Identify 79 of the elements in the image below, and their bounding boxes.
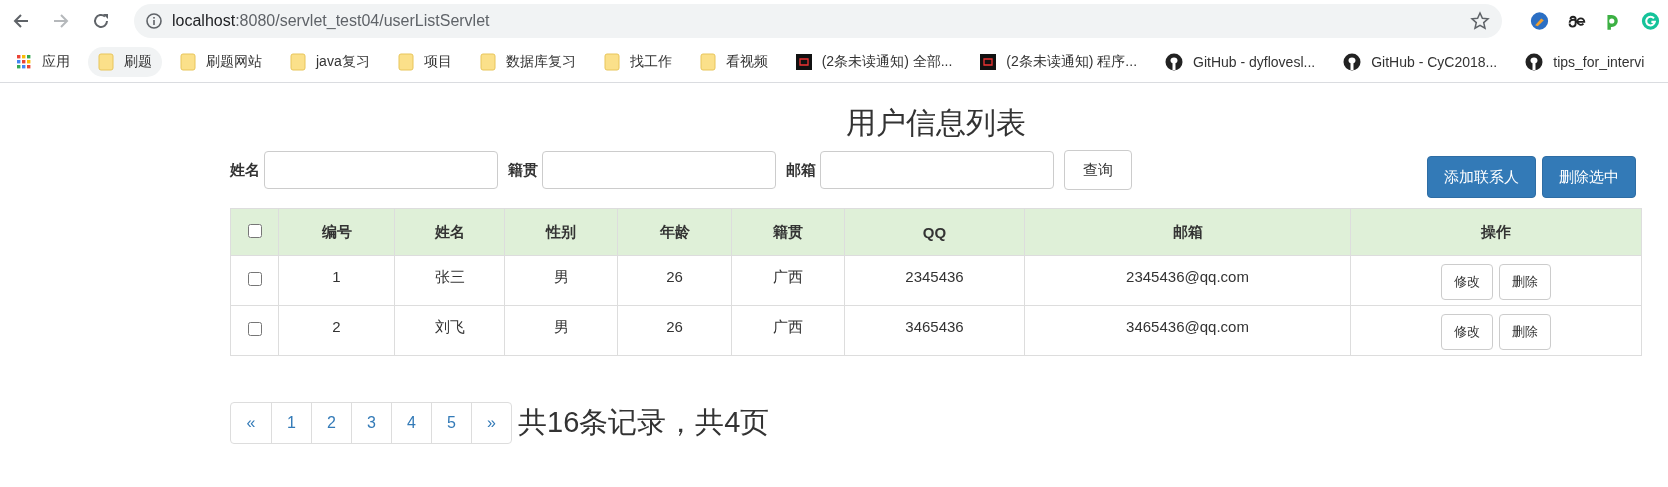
bookmark-item[interactable]: 看视频: [689, 47, 778, 77]
page-link[interactable]: 2: [311, 403, 351, 443]
folder-icon: [397, 53, 414, 71]
field-label: 邮箱: [786, 160, 816, 180]
field-label: 籍贯: [508, 160, 538, 180]
back-icon[interactable]: [12, 12, 30, 30]
page-link[interactable]: 3: [351, 403, 391, 443]
github-icon: [1525, 53, 1544, 71]
site-icon: [795, 54, 812, 70]
folder-icon: [479, 53, 496, 71]
column-header: QQ: [844, 208, 1025, 256]
delete-selected-button[interactable]: 删除选中: [1542, 156, 1636, 198]
table-cell: 张三: [394, 255, 505, 306]
bookmark-item[interactable]: 找工作: [593, 47, 682, 77]
bookmark-item[interactable]: GitHub - CyC2018...: [1333, 47, 1508, 77]
table-cell: 1: [278, 255, 395, 306]
table-cell: 2345436@qq.com: [1024, 255, 1351, 306]
folder-icon: [98, 53, 114, 71]
input-field[interactable]: [264, 151, 498, 189]
delete-button[interactable]: 删除: [1499, 314, 1551, 350]
table-cell: 2345436: [844, 255, 1025, 306]
page-link[interactable]: 4: [391, 403, 431, 443]
table-cell: 26: [617, 305, 732, 356]
table-cell: 3465436@qq.com: [1024, 305, 1351, 356]
checkbox[interactable]: [247, 223, 262, 238]
checkbox[interactable]: [247, 322, 262, 336]
column-header: 邮箱: [1024, 208, 1351, 256]
folder-icon: [180, 53, 196, 71]
bookmark-item[interactable]: java复习: [280, 47, 380, 77]
folder-icon: [603, 53, 620, 71]
bookmark-item[interactable]: (2条未读通知) 程序...: [970, 47, 1148, 77]
url-text: localhost:8080/servlet_test04/userListServlet: [172, 12, 490, 30]
site-icon: [980, 54, 997, 70]
folder-icon: [699, 53, 716, 71]
add-button[interactable]: 添加联系人: [1427, 156, 1536, 198]
bookmark-item[interactable]: tips_for_intervi: [1515, 47, 1655, 77]
bookmark-item[interactable]: 数据库复习: [469, 47, 586, 77]
previous-page-link[interactable]: «: [231, 403, 271, 443]
bookmark-item[interactable]: 应用: [6, 47, 80, 77]
table-cell: 广西: [731, 255, 845, 306]
table-cell: 2: [278, 305, 395, 356]
table-cell: 3465436: [844, 305, 1025, 356]
apps-grid-icon: [16, 54, 32, 70]
table-cell: 广西: [731, 305, 845, 356]
folder-icon: [290, 53, 306, 71]
column-header: 籍贯: [731, 208, 845, 256]
star-icon[interactable]: [1470, 11, 1490, 31]
input-field[interactable]: [820, 151, 1054, 189]
table-cell: 刘飞: [394, 305, 505, 356]
page-link[interactable]: 5: [431, 403, 471, 443]
checkbox[interactable]: [247, 272, 262, 286]
input-field[interactable]: [542, 151, 776, 189]
table-cell: 男: [504, 305, 618, 356]
github-icon: [1343, 53, 1362, 71]
column-header: 性别: [504, 208, 618, 256]
bookmark-item[interactable]: 刷题网站: [170, 47, 272, 77]
edit-button[interactable]: 修改: [1441, 314, 1493, 350]
delete-button[interactable]: 删除: [1499, 264, 1551, 300]
next-page-link[interactable]: »: [471, 403, 511, 443]
column-header: 编号: [278, 208, 395, 256]
search-button[interactable]: 查询: [1064, 150, 1132, 190]
reload-icon[interactable]: [92, 12, 110, 30]
column-header: 姓名: [394, 208, 505, 256]
field-label: 姓名: [230, 160, 260, 180]
info-icon: [146, 13, 162, 29]
column-header: 年龄: [617, 208, 732, 256]
column-header: 操作: [1350, 208, 1642, 256]
record-summary: 共16条记录，共4页: [518, 405, 770, 440]
page-link[interactable]: 1: [271, 403, 311, 443]
bookmark-item[interactable]: GitHub - dyflovesl...: [1155, 47, 1326, 77]
edit-button[interactable]: 修改: [1441, 264, 1493, 300]
page-title: 用户信息列表: [845, 105, 1027, 141]
address-bar[interactable]: localhost:8080/servlet_test04/userListServlet: [134, 4, 1502, 38]
github-icon: [1165, 53, 1184, 71]
bookmark-item[interactable]: 刷题: [88, 47, 162, 77]
bookmark-item[interactable]: 项目: [387, 47, 462, 77]
table-cell: 男: [504, 255, 618, 306]
table-cell: 26: [617, 255, 732, 306]
bookmark-item[interactable]: (2条未读通知) 全部...: [785, 47, 963, 77]
